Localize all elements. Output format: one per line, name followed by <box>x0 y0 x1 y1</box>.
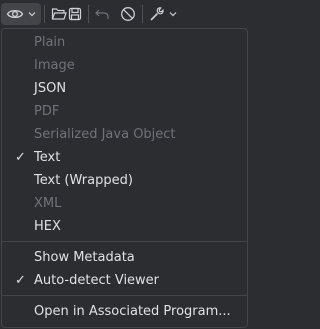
settings-dropdown-button[interactable] <box>145 3 181 25</box>
menu-item-label: Show Metadata <box>34 250 135 265</box>
menu-item-pdf[interactable]: PDF <box>2 100 247 123</box>
viewer-mode-dropdown-button[interactable] <box>1 3 41 25</box>
menu-item-show-metadata[interactable]: Show Metadata <box>2 246 247 269</box>
menu-item-image[interactable]: Image <box>2 54 247 77</box>
menu-item-serialized-java-object[interactable]: Serialized Java Object <box>2 123 247 146</box>
menu-item-label: Plain <box>34 35 66 50</box>
menu-item-hex[interactable]: HEX <box>2 215 247 238</box>
menu-item-label: Text <box>34 150 61 165</box>
menu-separator <box>2 241 247 242</box>
menu-item-label: JSON <box>34 81 67 96</box>
undo-button[interactable] <box>91 3 113 25</box>
undo-icon <box>94 7 110 21</box>
menu-item-auto-detect-viewer[interactable]: ✓ Auto-detect Viewer <box>2 269 247 292</box>
eye-icon <box>6 7 24 21</box>
menu-item-label: HEX <box>34 219 61 234</box>
toolbar-separator <box>88 5 89 23</box>
menu-item-open-in-associated-program[interactable]: Open in Associated Program... <box>2 300 247 323</box>
wrench-icon <box>149 6 165 22</box>
menu-item-label: XML <box>34 196 62 211</box>
menu-item-text-wrapped[interactable]: Text (Wrapped) <box>2 169 247 192</box>
menu-item-json[interactable]: JSON <box>2 77 247 100</box>
checkmark-icon: ✓ <box>15 150 26 165</box>
checkmark-icon: ✓ <box>15 273 26 288</box>
toolbar-separator <box>44 5 45 23</box>
menu-item-label: Serialized Java Object <box>34 127 176 142</box>
menu-item-plain[interactable]: Plain <box>2 31 247 54</box>
menu-item-label: Open in Associated Program... <box>34 304 231 319</box>
menu-item-label: PDF <box>34 104 60 119</box>
menu-item-label: Image <box>34 58 75 73</box>
viewer-toolbar <box>0 0 250 28</box>
menu-item-label: Auto-detect Viewer <box>34 273 160 288</box>
viewer-mode-menu: Plain Image JSON PDF Serialized Java Obj… <box>1 28 248 328</box>
chevron-down-icon <box>169 11 177 17</box>
cancel-button[interactable] <box>117 3 139 25</box>
chevron-down-icon <box>28 11 36 17</box>
menu-item-xml[interactable]: XML <box>2 192 247 215</box>
menu-item-text[interactable]: ✓ Text <box>2 146 247 169</box>
save-button[interactable] <box>64 3 86 25</box>
toolbar-separator <box>142 5 143 23</box>
menu-separator <box>2 295 247 296</box>
menu-item-label: Text (Wrapped) <box>34 173 133 188</box>
cancel-icon <box>120 6 136 22</box>
save-icon <box>68 7 82 21</box>
